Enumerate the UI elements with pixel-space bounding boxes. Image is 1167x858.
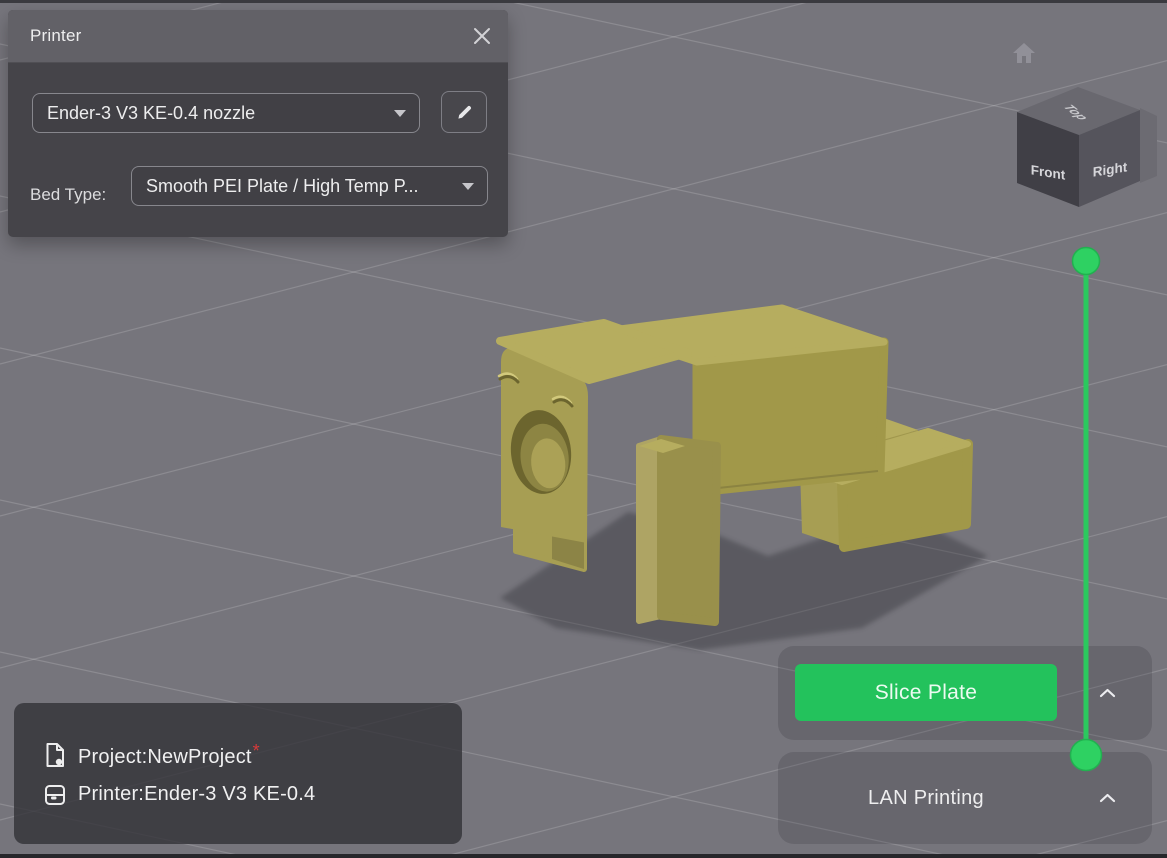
chevron-down-icon <box>394 110 406 117</box>
print-options-chevron-up-icon[interactable] <box>1099 793 1116 803</box>
modified-marker: * <box>253 741 260 761</box>
home-icon[interactable] <box>1011 41 1037 65</box>
view-cube-back-sliver <box>1140 108 1157 183</box>
printer-panel-title: Printer <box>30 26 81 46</box>
bed-type-label: Bed Type: <box>30 175 106 215</box>
chevron-down-icon <box>462 183 474 190</box>
window-bottom-edge <box>0 854 1167 858</box>
active-printer-text: Printer:Ender-3 V3 KE-0.4 <box>78 783 315 806</box>
slicer-3d-viewport: Top Front Right Printer Ender-3 V3 KE-0.… <box>0 0 1167 858</box>
project-line: Project:NewProject <box>78 746 252 768</box>
layer-slider-handle-bottom[interactable] <box>1071 740 1102 771</box>
edit-preset-button[interactable] <box>441 91 487 133</box>
layer-slider[interactable] <box>1058 238 1114 774</box>
printer-panel-header: Printer <box>8 10 508 63</box>
lan-printing-button[interactable]: LAN Printing <box>795 752 1057 844</box>
printer-device-icon <box>44 783 66 807</box>
printer-status-row: Printer:Ender-3 V3 KE-0.4 <box>44 783 462 807</box>
window-top-edge <box>0 0 1167 3</box>
project-name-text: Project:NewProject* <box>78 741 260 769</box>
project-file-icon <box>44 742 66 768</box>
project-status-panel: Project:NewProject* Printer:Ender-3 V3 K… <box>14 703 462 844</box>
layer-slider-handle-top[interactable] <box>1073 248 1100 275</box>
close-icon[interactable] <box>472 26 492 46</box>
bed-type-value: Smooth PEI Plate / High Temp P... <box>146 176 418 197</box>
printer-panel: Printer Ender-3 V3 KE-0.4 nozzle Bed Typ… <box>8 10 508 237</box>
project-status-row: Project:NewProject* <box>44 741 462 769</box>
pencil-icon <box>456 104 473 121</box>
model-front-leg <box>639 439 717 622</box>
printer-preset-dropdown[interactable]: Ender-3 V3 KE-0.4 nozzle <box>32 93 420 133</box>
model-blocky-dog[interactable] <box>440 290 1020 670</box>
slice-plate-button[interactable]: Slice Plate <box>795 664 1057 721</box>
printer-preset-value: Ender-3 V3 KE-0.4 nozzle <box>47 103 255 124</box>
view-cube[interactable]: Top Front Right <box>1005 80 1167 215</box>
bed-type-dropdown[interactable]: Smooth PEI Plate / High Temp P... <box>131 166 488 206</box>
